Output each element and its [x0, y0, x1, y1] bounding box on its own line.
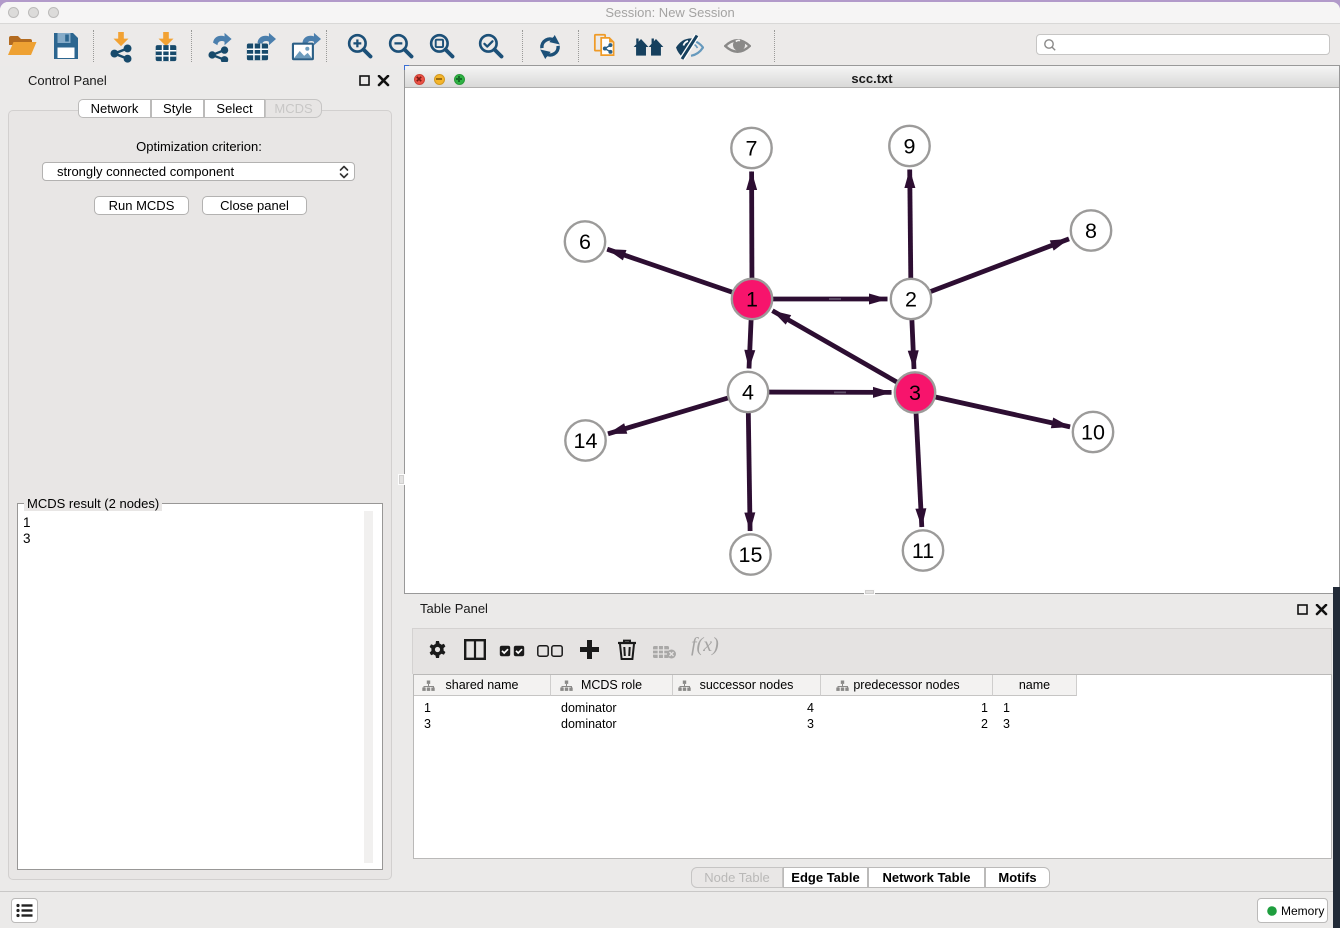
svg-text:6: 6 — [579, 230, 591, 254]
svg-text:3: 3 — [909, 381, 921, 405]
svg-text:2: 2 — [905, 288, 917, 312]
svg-text:9: 9 — [904, 135, 916, 159]
svg-text:7: 7 — [746, 137, 758, 161]
svg-text:10: 10 — [1081, 421, 1105, 445]
svg-text:1: 1 — [746, 288, 758, 312]
svg-text:4: 4 — [742, 381, 754, 405]
svg-text:15: 15 — [739, 543, 763, 567]
svg-text:11: 11 — [912, 539, 934, 563]
svg-text:8: 8 — [1085, 219, 1097, 243]
svg-text:14: 14 — [574, 429, 598, 453]
